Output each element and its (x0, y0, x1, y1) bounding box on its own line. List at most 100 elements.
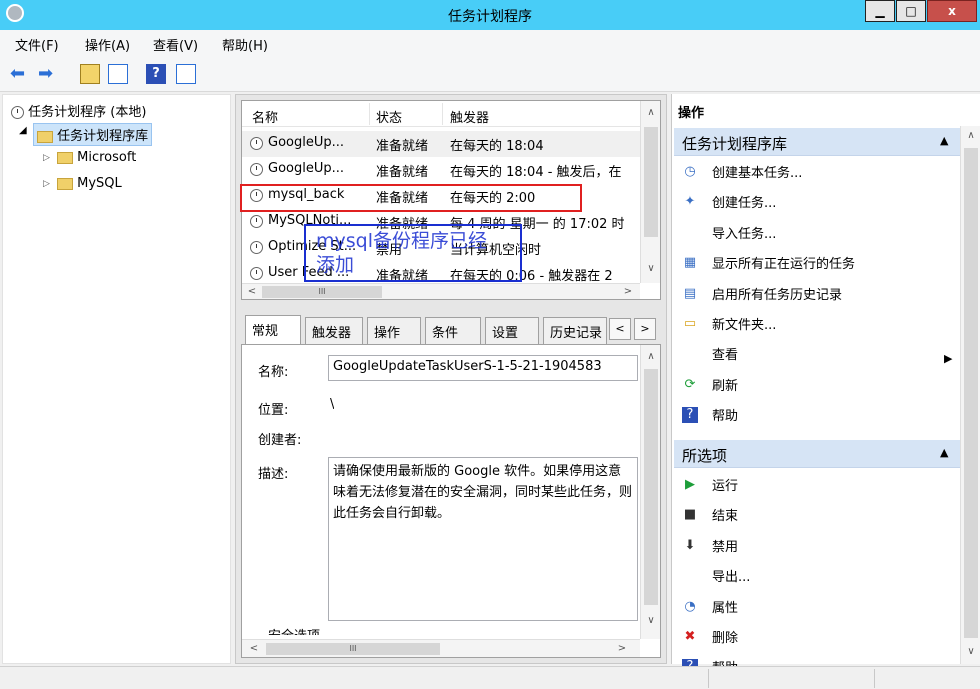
vertical-scrollbar[interactable]: ∧ ∨ (960, 126, 980, 664)
highlight-box (240, 184, 582, 212)
column-name[interactable]: 名称 (252, 107, 278, 126)
table-row[interactable]: GoogleUp... 准备就绪 在每天的 18:04 (242, 131, 640, 157)
tree-item-mysql[interactable]: MySQL (57, 176, 122, 191)
tree-item-library[interactable]: 任务计划程序库 (33, 123, 153, 146)
expand-arrow-icon[interactable]: ▷ (43, 179, 50, 189)
menu-action[interactable]: 操作(A) (85, 35, 130, 54)
action-label: 删除 (712, 631, 739, 646)
vertical-scrollbar[interactable]: ∧ ∨ (640, 345, 660, 639)
task-status: 准备就绪 (376, 139, 429, 154)
tree-item-microsoft[interactable]: Microsoft (57, 150, 136, 165)
minimize-button[interactable]: ▁ (865, 0, 895, 22)
menu-help[interactable]: 帮助(H) (222, 35, 268, 54)
scroll-up-icon[interactable]: ∧ (963, 128, 979, 144)
table-row[interactable]: GoogleUp... 准备就绪 在每天的 18:04 - 触发后，在 (242, 157, 640, 183)
refresh-icon: ⟳ (684, 376, 696, 392)
action-item[interactable]: 查看 (680, 340, 960, 368)
delete-icon: ✖ (684, 629, 696, 644)
action-item[interactable]: ⟳ 刷新 (680, 371, 960, 399)
column-divider[interactable] (369, 103, 370, 125)
scroll-down-icon[interactable]: ∨ (963, 644, 979, 660)
column-divider[interactable] (442, 103, 443, 125)
tab-scroll-right-icon[interactable]: > (634, 318, 656, 340)
action-item[interactable]: ■ 结束 (680, 501, 960, 529)
scroll-right-icon[interactable]: > (614, 641, 630, 657)
folder-icon (57, 151, 73, 164)
close-button[interactable]: x (927, 0, 977, 22)
help-icon[interactable]: ? (146, 64, 166, 84)
clock-icon (250, 163, 263, 176)
back-icon[interactable]: ⬅ (10, 64, 30, 84)
menu-view[interactable]: 查看(V) (153, 35, 198, 54)
task-trigger: 在每天的 18:04 (450, 139, 544, 154)
action-label: 导出... (712, 570, 751, 586)
column-trigger[interactable]: 触发器 (450, 107, 489, 126)
action-label: 属性 (712, 600, 739, 616)
action-item[interactable]: ✦ 创建任务... (680, 188, 960, 216)
show-hide-action-pane-icon[interactable] (176, 64, 196, 84)
action-label: 结束 (712, 509, 739, 525)
action-item[interactable]: ▦ 显示所有正在运行的任务 (680, 249, 960, 277)
scroll-down-icon[interactable]: ∨ (643, 261, 659, 277)
horizontal-scrollbar[interactable]: < III > (242, 283, 640, 299)
action-label: 导入任务... (712, 226, 777, 242)
scroll-thumb[interactable]: III (262, 286, 382, 298)
scroll-thumb[interactable] (644, 369, 658, 605)
folder-icon (57, 177, 73, 190)
history-icon: ▤ (683, 285, 697, 301)
status-divider (874, 669, 875, 688)
tab-scroll-left-icon[interactable]: < (609, 318, 631, 340)
tree-root[interactable]: 任务计划程序 (本地) (11, 101, 146, 120)
scroll-left-icon[interactable]: < (244, 284, 260, 300)
description-field[interactable]: 请确保使用最新版的 Google 软件。如果停用这意味着无法修复潜在的安全漏洞，… (328, 457, 638, 621)
action-item[interactable]: ◷ 创建基本任务... (680, 158, 960, 186)
window-title: 任务计划程序 (448, 9, 532, 25)
tab-4[interactable]: 设置 (485, 317, 539, 345)
new-folder-icon: ▭ (683, 316, 697, 331)
forward-icon[interactable]: ➡ (38, 64, 58, 84)
collapse-icon[interactable]: ▲ (940, 446, 948, 459)
action-item[interactable]: ▶ 运行 (680, 471, 960, 499)
action-item[interactable]: ✖ 删除 (680, 623, 960, 651)
running-tasks-icon: ▦ (683, 255, 697, 271)
scroll-thumb[interactable] (644, 127, 658, 237)
collapse-icon[interactable]: ▲ (940, 134, 948, 147)
horizontal-scrollbar[interactable]: < III > (242, 639, 640, 657)
tab-0[interactable]: 常规 (245, 315, 301, 345)
action-item[interactable]: ? 帮助 (680, 401, 960, 429)
task-name: GoogleUp... (268, 161, 345, 176)
maximize-button[interactable]: □ (896, 0, 926, 22)
scroll-down-icon[interactable]: ∨ (643, 613, 659, 629)
section-selected-header[interactable]: 所选项 ▲ (674, 440, 960, 468)
menu-file[interactable]: 文件(F) (15, 35, 59, 54)
tab-1[interactable]: 触发器 (305, 317, 363, 345)
scroll-right-icon[interactable]: > (620, 284, 636, 300)
scroll-thumb[interactable]: III (266, 643, 440, 655)
action-label: 禁用 (712, 539, 739, 555)
action-item[interactable]: ▤ 启用所有任务历史记录 (680, 280, 960, 308)
column-status[interactable]: 状态 (376, 107, 402, 126)
action-item[interactable]: ⬇ 禁用 (680, 532, 960, 560)
submenu-arrow-icon: ▶ (944, 352, 953, 365)
vertical-scrollbar[interactable]: ∧ ∨ (640, 101, 660, 283)
clock-icon (250, 241, 263, 254)
section-library-header[interactable]: 任务计划程序库 ▲ (674, 128, 960, 156)
name-field[interactable]: GoogleUpdateTaskUserS-1-5-21-1904583 (328, 355, 638, 381)
show-hide-console-tree-icon[interactable] (108, 64, 128, 84)
action-item[interactable]: ◔ 属性 (680, 593, 960, 621)
section-library-title: 任务计划程序库 (682, 135, 788, 153)
up-folder-icon[interactable] (80, 64, 100, 84)
collapse-arrow-icon[interactable]: ◢ (19, 125, 27, 136)
scroll-thumb[interactable] (964, 148, 978, 638)
action-item[interactable]: ▭ 新文件夹... (680, 310, 960, 338)
tab-3[interactable]: 条件 (425, 317, 481, 345)
scroll-up-icon[interactable]: ∧ (643, 105, 659, 121)
tab-5[interactable]: 历史记录 (543, 317, 607, 345)
status-bar (0, 666, 980, 689)
action-item[interactable]: 导入任务... (680, 219, 960, 247)
action-item[interactable]: 导出... (680, 562, 960, 590)
scroll-up-icon[interactable]: ∧ (643, 349, 659, 365)
expand-arrow-icon[interactable]: ▷ (43, 153, 50, 163)
tab-2[interactable]: 操作 (367, 317, 421, 345)
scroll-left-icon[interactable]: < (246, 641, 262, 657)
